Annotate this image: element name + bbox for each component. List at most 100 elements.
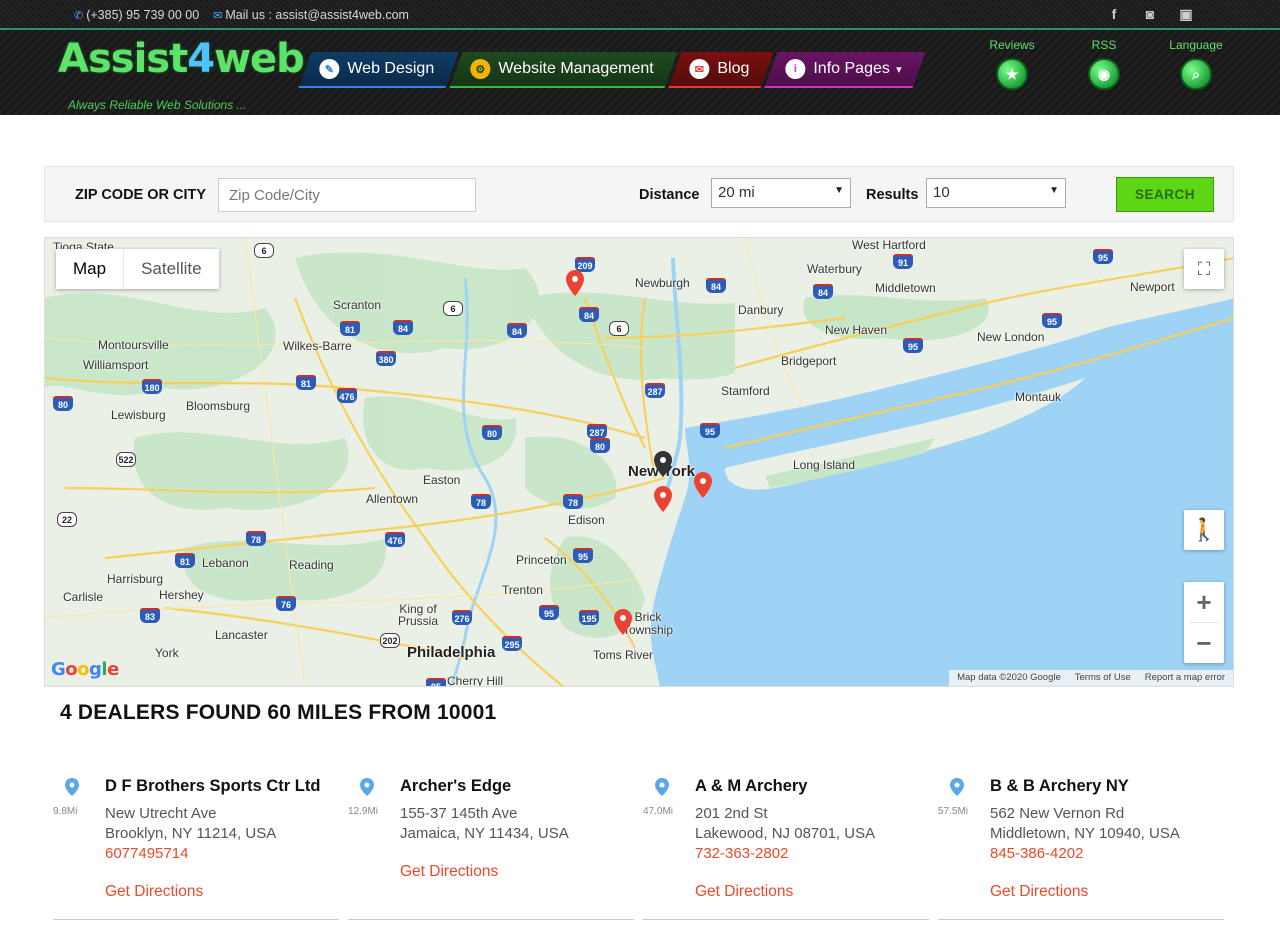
select-caret-icon: ▼ xyxy=(834,185,844,196)
place-label: York xyxy=(155,646,179,660)
highway-shield: 78 xyxy=(471,494,491,509)
language-label: Language xyxy=(1169,38,1223,52)
dealer-marker-red[interactable] xyxy=(694,472,712,498)
nav-website-management[interactable]: ⚙ Website Management xyxy=(449,52,678,88)
nav-web-design[interactable]: ✎ Web Design xyxy=(298,52,459,88)
select-caret-icon: ▼ xyxy=(1049,185,1059,196)
dealer-distance: 47.0Mi xyxy=(643,806,674,817)
get-directions-link[interactable]: Get Directions xyxy=(105,883,203,901)
dealer-phone-link[interactable]: 6077495714 xyxy=(105,844,276,864)
highway-shield: 84 xyxy=(706,278,726,293)
place-label: Toms River xyxy=(593,648,654,662)
nav-web-design-label: Web Design xyxy=(347,60,435,77)
dealer-street: New Utrecht Ave xyxy=(105,805,217,822)
highway-shield: 81 xyxy=(296,375,316,390)
header-icon-links: Reviews ★ RSS ◉ Language ⌕ xyxy=(984,38,1224,90)
place-label: Allentown xyxy=(366,492,419,506)
street-view-pegman-icon[interactable]: 🚶 xyxy=(1184,510,1224,550)
nav-blog[interactable]: ✉ Blog xyxy=(668,52,774,88)
highway-shield: 95 xyxy=(903,338,923,353)
results-value: 10 xyxy=(933,184,950,201)
get-directions-link[interactable]: Get Directions xyxy=(400,863,498,881)
terms-of-use-link[interactable]: Terms of Use xyxy=(1075,672,1131,684)
pen-icon: ✎ xyxy=(319,59,340,79)
results-select[interactable]: 10 ▼ xyxy=(926,178,1066,208)
dealer-city: Middletown, NY 10940, USA xyxy=(990,825,1180,842)
location-pin-icon xyxy=(950,778,964,796)
place-label: Cherry Hill xyxy=(447,674,504,687)
mail-address: Mail us : assist@assist4web.com xyxy=(225,8,409,22)
social-links: f ◙ ▣ xyxy=(1106,6,1194,22)
logo-tagline: Always Reliable Web Solutions ... xyxy=(68,98,247,112)
dealer-marker-red[interactable] xyxy=(654,486,672,512)
reviews-link[interactable]: Reviews ★ xyxy=(984,38,1040,90)
rss-link[interactable]: RSS ◉ xyxy=(1076,38,1132,90)
place-label: Scranton xyxy=(333,298,382,312)
place-label: Lancaster xyxy=(215,628,268,642)
highway-shield: 95 xyxy=(1042,313,1062,328)
phone-contact[interactable]: ✆ (+385) 95 739 00 00 xyxy=(74,8,199,22)
zoom-out-button[interactable]: − xyxy=(1184,623,1224,663)
dealer-address: New Utrecht Ave Brooklyn, NY 11214, USA … xyxy=(105,804,276,864)
map-type-map-button[interactable]: Map xyxy=(56,249,125,289)
distance-value: 20 mi xyxy=(718,184,755,201)
highway-shield: 6 xyxy=(609,321,629,336)
dealer-street: 155-37 145th Ave xyxy=(400,805,518,822)
dealer-phone-link[interactable]: 732-363-2802 xyxy=(695,844,875,864)
nav-blog-label: Blog xyxy=(717,60,750,77)
dealer-city: Lakewood, NJ 08701, USA xyxy=(695,825,876,842)
reviews-label: Reviews xyxy=(989,38,1035,52)
google-logo[interactable]: Google xyxy=(51,659,119,680)
logo-a-mark: A xyxy=(58,36,89,82)
zoom-control: + − xyxy=(1184,582,1224,663)
dealer-card: 9.8Mi D F Brothers Sports Ctr Ltd New Ut… xyxy=(53,770,339,920)
map-type-satellite-button[interactable]: Satellite xyxy=(124,249,218,289)
dealer-marker-red[interactable] xyxy=(566,270,584,296)
dealer-address: 155-37 145th Ave Jamaica, NY 11434, USA xyxy=(400,804,569,844)
highway-shield: 180 xyxy=(142,379,162,394)
place-label: Edison xyxy=(568,513,605,527)
place-label: Philadelphia xyxy=(407,644,496,661)
logo-text-web: web xyxy=(214,36,305,82)
dealer-phone-link[interactable]: 845-386-4202 xyxy=(990,844,1180,864)
site-logo[interactable]: Assist4web Always Reliable Web Solutions… xyxy=(58,36,305,112)
zoom-in-button[interactable]: + xyxy=(1184,582,1224,622)
report-map-error-link[interactable]: Report a map error xyxy=(1145,672,1225,684)
highway-shield: 78 xyxy=(563,494,583,509)
highway-shield: 522 xyxy=(116,452,136,467)
rss-label: RSS xyxy=(1091,38,1117,52)
place-label: Waterbury xyxy=(807,262,862,276)
dealer-distance: 9.8Mi xyxy=(53,806,78,817)
dealer-marker-red[interactable] xyxy=(614,609,632,635)
dealer-card: 57.5Mi B & B Archery NY 562 New Vernon R… xyxy=(938,770,1224,920)
highway-shield: 81 xyxy=(175,553,195,568)
dealer-map[interactable]: Tioga State Scranton Wilkes-Barre Montou… xyxy=(44,237,1234,687)
highway-shield: 91 xyxy=(893,254,913,269)
zip-city-input[interactable] xyxy=(218,178,476,212)
highway-shield: 295 xyxy=(502,636,522,651)
highway-shield: 80 xyxy=(53,396,73,411)
facebook-icon[interactable]: f xyxy=(1106,6,1122,22)
main-nav: ✎ Web Design ⚙ Website Management ✉ Blog… xyxy=(298,52,926,88)
place-label: Reading xyxy=(289,558,334,572)
language-link[interactable]: Language ⌕ xyxy=(1168,38,1224,90)
site-header: Assist4web Always Reliable Web Solutions… xyxy=(0,30,1280,115)
instagram-icon[interactable]: ◙ xyxy=(1142,6,1158,22)
place-label: Lewisburg xyxy=(111,408,166,422)
origin-marker-black[interactable] xyxy=(654,451,672,477)
location-pin-icon xyxy=(360,778,374,796)
get-directions-link[interactable]: Get Directions xyxy=(695,883,793,901)
youtube-icon[interactable]: ▣ xyxy=(1178,6,1194,22)
highway-shield: 95 xyxy=(426,678,446,686)
mail-contact[interactable]: ✉ Mail us : assist@assist4web.com xyxy=(213,8,409,22)
place-label: Bridgeport xyxy=(781,354,837,368)
distance-select[interactable]: 20 mi ▼ xyxy=(711,178,851,208)
mail-icon: ✉ xyxy=(213,10,223,22)
contact-info: ✆ (+385) 95 739 00 00 ✉ Mail us : assist@a… xyxy=(74,8,409,22)
get-directions-link[interactable]: Get Directions xyxy=(990,883,1088,901)
place-label: Princeton xyxy=(516,553,567,567)
nav-info-pages-label: Info Pages xyxy=(813,60,891,77)
search-button[interactable]: SEARCH xyxy=(1116,177,1214,212)
fullscreen-icon[interactable]: ⛶ xyxy=(1184,249,1224,289)
nav-info-pages[interactable]: i Info Pages ▾ xyxy=(764,52,926,88)
